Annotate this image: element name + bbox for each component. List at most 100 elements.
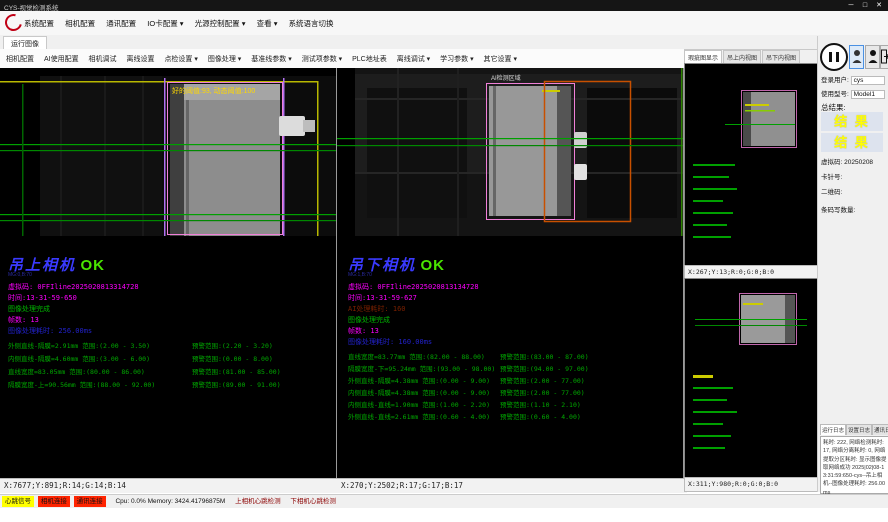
measure-row: 外侧直线-隔膜=2.91mm 范围:(2.00 - 3.50)	[8, 340, 150, 350]
pin-number-label: 卡针号:	[821, 171, 842, 181]
thumb-lower-image	[685, 279, 815, 476]
thumb-lower-coords: X:311;Y:980;R:0;G:0;B:0	[684, 477, 821, 492]
measure-row: 内侧直线-隔膜=4.60mm 范围:(3.00 - 6.00)	[8, 353, 150, 363]
tool-baseline-params[interactable]: 基准线参数 ▾	[251, 56, 291, 63]
window-controls: ─ □ ✕	[844, 0, 886, 11]
tool-other-settings[interactable]: 其它设置 ▾	[484, 56, 517, 63]
virtual-code-label: 虚拟码:	[821, 159, 842, 166]
measure-row: 外侧直线-直线=2.61mm 范围:(0.60 - 4.00)	[348, 411, 490, 421]
result-box-1: 结 果	[821, 112, 883, 131]
model-input[interactable]: Model1	[851, 90, 885, 99]
log-output[interactable]: 耗时: 222, 网络检测耗时: 17, 网络分离耗时: 0, 网络提取分区耗时…	[820, 436, 888, 494]
thumb-lower-view[interactable]	[684, 278, 818, 479]
warn-range: 预警范围:(83.00 - 87.00)	[500, 351, 589, 361]
pause-icon	[829, 52, 839, 62]
lower-cam-heartbeat-text: 下相机心跳检测	[290, 498, 336, 505]
ai-region-overlay-label: AI检测区域	[491, 74, 521, 82]
upper-camera-ok: OK	[80, 257, 105, 274]
tool-camera-config[interactable]: 相机配置	[6, 56, 34, 63]
tool-spot-check[interactable]: 点检设置 ▾	[164, 56, 197, 63]
upper-process-done: 图像处理完成	[8, 304, 50, 314]
menu-light-control-config[interactable]: 光源控制配置 ▾	[195, 19, 246, 28]
lower-camera-panel[interactable]: AI检测区域 吊下相机 OK MG:1,B:70 虚拟码: 0FFIline20…	[337, 68, 684, 478]
upper-camera-panel[interactable]: 好的阈值:93, 动态阈值:100 吊上相机 OK MG:0,B:70 虚拟码:…	[0, 68, 337, 478]
warn-range: 预警范围:(2.00 - 77.00)	[500, 375, 585, 385]
menu-io-card-config[interactable]: IO卡配置 ▾	[147, 19, 183, 28]
warn-range: 预警范围:(2.20 - 3.20)	[192, 340, 273, 350]
measure-row: 直线宽度=83.77mm 范围:(82.00 - 88.00)	[348, 351, 485, 361]
tool-plc-address[interactable]: PLC地址表	[352, 56, 387, 63]
warn-range: 预警范围:(89.00 - 91.00)	[192, 379, 281, 389]
app-window: CYS-视觉检测系统 ─ □ ✕ 系统配置 相机配置 通讯配置 IO卡配置 ▾ …	[0, 0, 888, 522]
lower-process-time: 图像处理耗时: 160.00ms	[348, 337, 432, 347]
camera-connect-badge: 相机连接	[38, 496, 70, 507]
menu-comm-config[interactable]: 通讯配置	[106, 19, 136, 28]
virtual-code-value: 20250208	[844, 159, 873, 166]
thumb-upper-view[interactable]	[684, 63, 818, 267]
measure-row: 内侧直线-直线=1.90mm 范围:(1.00 - 2.20)	[348, 399, 490, 409]
right-control-panel: 登录用户: cys 使用型号: Model1 总结果: 结 果 结 果 虚拟码:…	[817, 36, 888, 492]
warn-range: 预警范围:(81.00 - 85.00)	[192, 366, 281, 376]
tool-ai-usage-config[interactable]: AI使用配置	[44, 56, 79, 63]
measure-row: 隔膜宽度-上=90.56mm 范围:(88.00 - 92.00)	[8, 379, 155, 389]
qr-code-label: 二维码:	[821, 186, 842, 196]
result-text-2: 结 果	[834, 135, 870, 150]
operator-button[interactable]	[865, 45, 880, 69]
lower-frame-count: 帧数: 13	[348, 326, 379, 336]
comm-connect-badge: 通讯连接	[74, 496, 106, 507]
upper-camera-image: 好的阈值:93, 动态阈值:100	[0, 68, 336, 236]
thumb-upper-image	[685, 64, 815, 264]
lower-camera-coords: X:270;Y:2502;R:17;G:17;B:17	[337, 478, 687, 493]
upper-camera-coords: X:7677;Y:891;R:14;G:14;B:14	[0, 478, 340, 493]
warn-range: 预警范围:(94.00 - 97.00)	[500, 363, 589, 373]
upper-cam-heartbeat-text: 上相机心跳检测	[235, 498, 281, 505]
cpu-memory-text: Cpu: 0.0% Memory: 3424.41796875M	[115, 498, 225, 505]
status-bar: 心跳信号 相机连接 通讯连接 Cpu: 0.0% Memory: 3424.41…	[0, 494, 888, 508]
tool-test-params[interactable]: 测试项参数 ▾	[302, 56, 342, 63]
login-user-row: 登录用户: cys	[821, 74, 885, 85]
log-tab-run[interactable]: 运行日志	[820, 424, 846, 435]
warn-range: 预警范围:(1.10 - 2.10)	[500, 399, 581, 409]
minimize-button[interactable]: ─	[844, 0, 858, 11]
menu-system-config[interactable]: 系统配置	[24, 19, 54, 28]
upper-virtual-code: 虚拟码: 0FFIline2025020813314728	[8, 282, 139, 292]
warn-range: 预警范围:(0.60 - 4.00)	[500, 411, 581, 421]
operator-icon	[868, 48, 878, 66]
menu-view[interactable]: 查看 ▾	[257, 19, 278, 28]
barcode-count-label: 条码写数量:	[821, 204, 855, 214]
menu-camera-config[interactable]: 相机配置	[65, 19, 95, 28]
close-button[interactable]: ✕	[872, 0, 886, 11]
tab-upper-inner-view[interactable]: 吊上内视图	[723, 50, 761, 64]
lower-virtual-code: 虚拟码: 0FFIline2025020813134728	[348, 282, 479, 292]
tab-lower-inner-view[interactable]: 吊下内视图	[762, 50, 800, 64]
virtual-code-row: 虚拟码: 20250208	[821, 156, 873, 166]
tool-offline-debug[interactable]: 离线调试 ▾	[397, 56, 430, 63]
tool-learning-params[interactable]: 学习参数 ▾	[440, 56, 473, 63]
maximize-button[interactable]: □	[858, 0, 872, 11]
log-tab-settings[interactable]: 设置日志	[846, 424, 872, 435]
titlebar: CYS-视觉检测系统 ─ □ ✕	[0, 0, 888, 11]
menu-language-switch[interactable]: 系统语言切换	[289, 19, 334, 28]
menubar: 系统配置 相机配置 通讯配置 IO卡配置 ▾ 光源控制配置 ▾ 查看 ▾ 系统语…	[0, 11, 888, 36]
lower-camera-image: AI检测区域	[337, 68, 683, 236]
measure-row: 隔膜宽度-下=95.24mm 范围:(93.00 - 98.00)	[348, 363, 495, 373]
user-icon	[852, 48, 862, 66]
log-tab-comm[interactable]: 通讯日志	[872, 424, 888, 435]
measure-row: 外侧直线-隔膜=4.38mm 范围:(0.00 - 9.00)	[348, 375, 490, 385]
pause-button[interactable]	[820, 43, 848, 71]
model-row: 使用型号: Model1	[821, 88, 885, 99]
tab-defect-view[interactable]: 瑕疵图显示	[684, 50, 722, 64]
upper-process-time: 图像处理耗时: 256.00ms	[8, 326, 92, 336]
model-label: 使用型号:	[821, 91, 849, 98]
result-text-1: 结 果	[834, 114, 870, 129]
warn-range: 预警范围:(2.00 - 77.00)	[500, 387, 585, 397]
tool-offline-settings[interactable]: 离线设置	[126, 56, 154, 63]
tool-image-processing[interactable]: 图像处理 ▾	[208, 56, 241, 63]
exit-button[interactable]	[880, 45, 888, 69]
app-logo-icon	[2, 11, 25, 34]
user-button[interactable]	[849, 45, 864, 69]
login-user-input[interactable]: cys	[851, 76, 885, 85]
thumb-tabs: 瑕疵图显示吊上内视图吊下内视图	[684, 50, 817, 63]
warn-range: 预警范围:(0.00 - 8.00)	[192, 353, 273, 363]
tool-camera-debug[interactable]: 相机调试	[89, 56, 117, 63]
